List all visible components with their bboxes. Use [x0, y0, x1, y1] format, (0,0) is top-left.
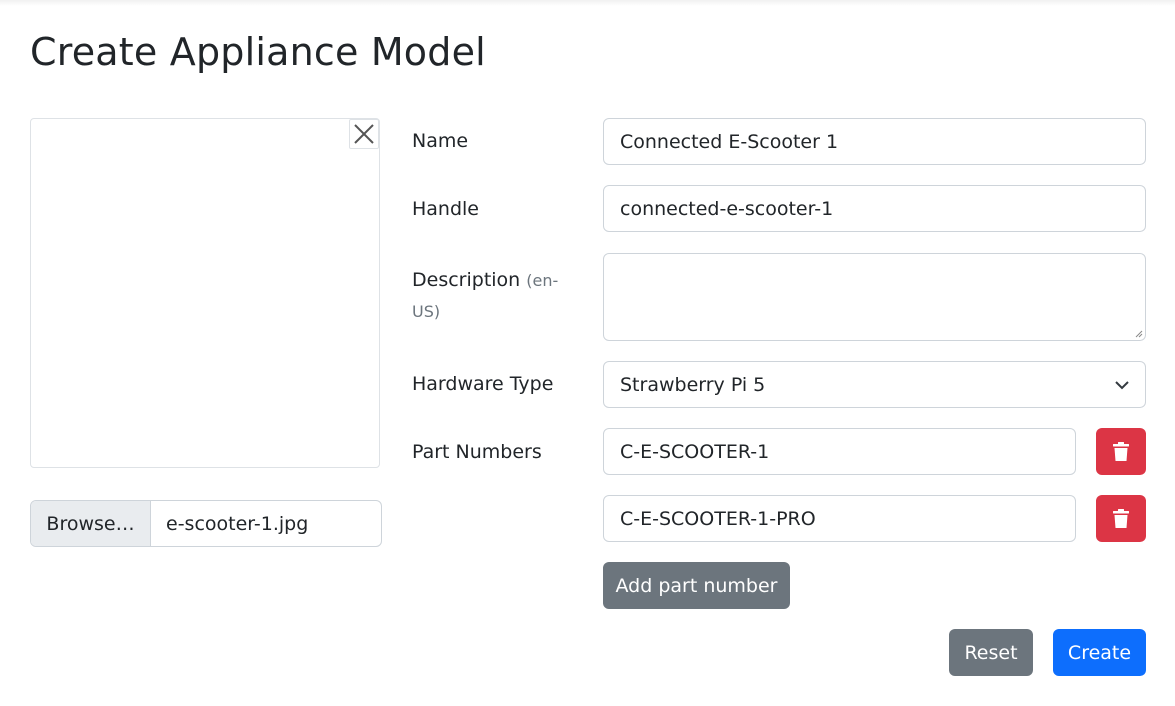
- trash-icon: [1113, 441, 1129, 461]
- top-shadow: [0, 0, 1175, 6]
- description-label-text: Description: [412, 269, 521, 291]
- handle-value: connected-e-scooter-1: [620, 197, 834, 220]
- hardware-type-label: Hardware Type: [412, 373, 554, 395]
- image-preview: [30, 118, 380, 468]
- part-number-value: C-E-SCOOTER-1-PRO: [620, 507, 816, 530]
- remove-image-button[interactable]: [349, 119, 379, 149]
- part-number-input[interactable]: C-E-SCOOTER-1: [603, 428, 1076, 475]
- part-number-input[interactable]: C-E-SCOOTER-1-PRO: [603, 495, 1076, 542]
- locale-tag-cont: US): [412, 302, 441, 321]
- trash-icon: [1113, 508, 1129, 528]
- locale-tag: (en-: [526, 271, 559, 290]
- reset-button[interactable]: Reset: [949, 629, 1033, 676]
- chevron-down-icon: [1115, 380, 1129, 389]
- add-part-number-button[interactable]: Add part number: [603, 562, 790, 609]
- delete-part-number-button[interactable]: [1096, 428, 1146, 475]
- description-label: Description (en- US): [412, 265, 558, 327]
- create-button[interactable]: Create: [1053, 629, 1146, 676]
- hardware-type-select[interactable]: Strawberry Pi 5: [603, 361, 1146, 408]
- resize-handle-icon[interactable]: [1135, 330, 1143, 338]
- file-name: e-scooter-1.jpg: [166, 512, 309, 535]
- part-numbers-label: Part Numbers: [412, 441, 542, 463]
- name-label: Name: [412, 130, 469, 152]
- delete-part-number-button[interactable]: [1096, 495, 1146, 542]
- name-value: Connected E-Scooter 1: [620, 130, 839, 153]
- part-number-value: C-E-SCOOTER-1: [620, 440, 770, 463]
- hardware-type-value: Strawberry Pi 5: [620, 373, 766, 396]
- page-title: Create Appliance Model: [30, 30, 486, 74]
- close-icon: [354, 124, 374, 144]
- file-input[interactable]: Browse… e-scooter-1.jpg: [30, 500, 382, 547]
- description-textarea[interactable]: [603, 253, 1146, 341]
- browse-button[interactable]: Browse…: [31, 501, 151, 546]
- name-input[interactable]: Connected E-Scooter 1: [603, 118, 1146, 165]
- handle-label: Handle: [412, 198, 480, 220]
- handle-input[interactable]: connected-e-scooter-1: [603, 185, 1146, 232]
